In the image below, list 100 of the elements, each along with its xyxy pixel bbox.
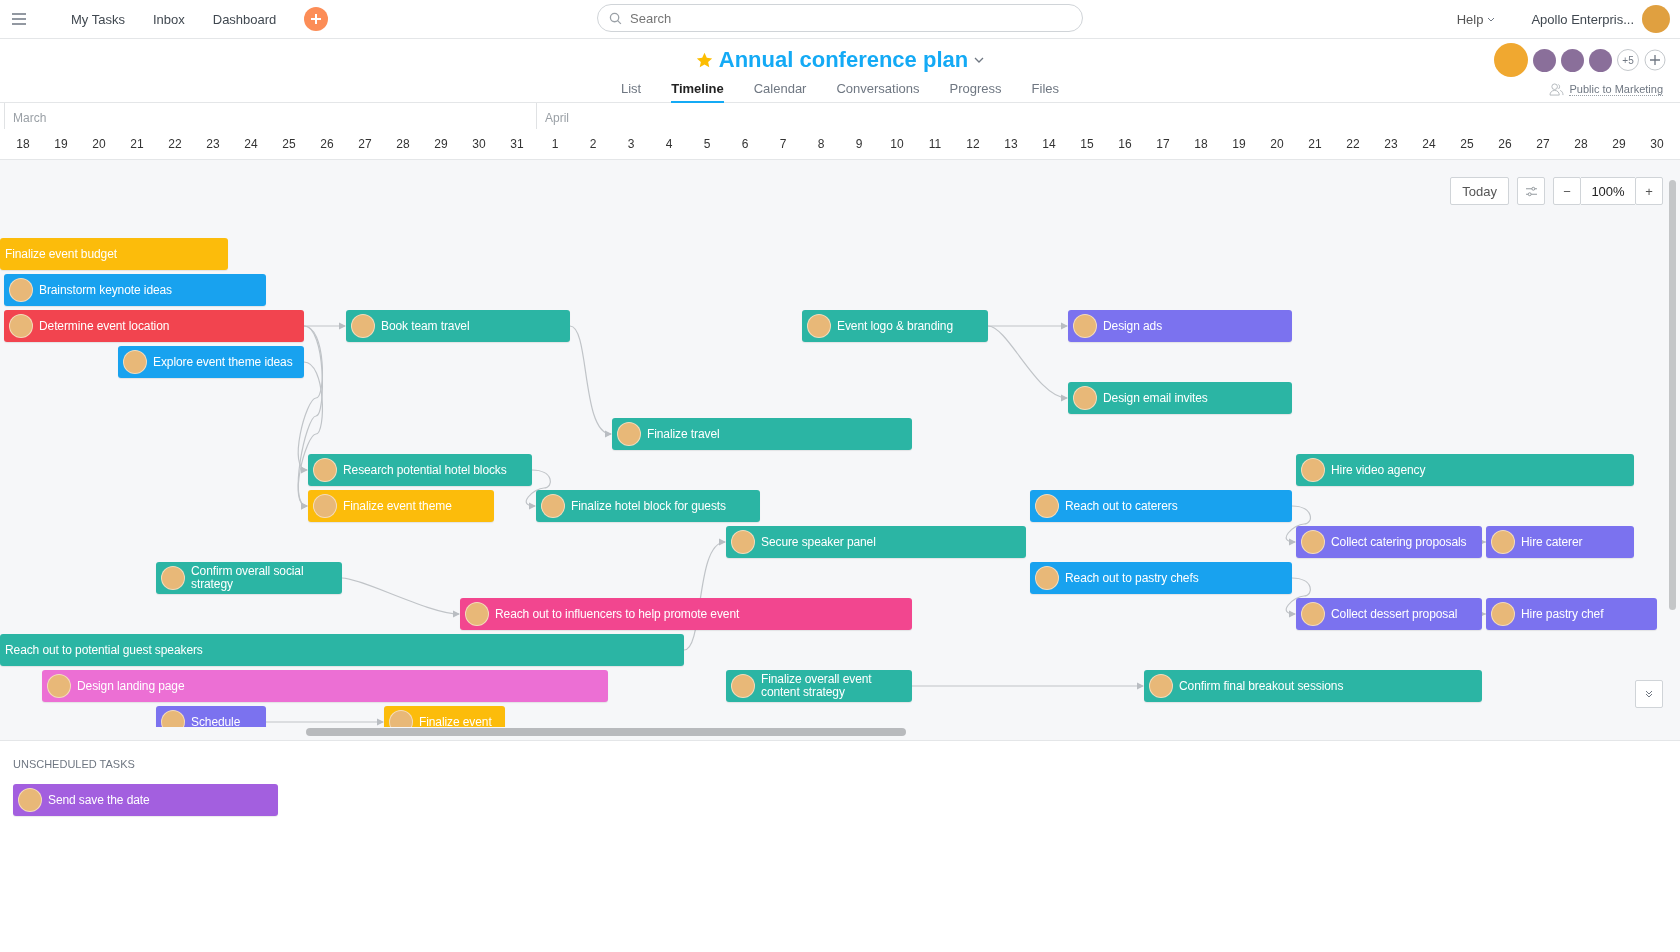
day-label: 4 (664, 137, 674, 151)
day-label: 21 (129, 137, 145, 151)
task-bar[interactable]: Confirm overall social strategy (156, 562, 342, 594)
task-bar[interactable]: Collect dessert proposal (1296, 598, 1482, 630)
task-bar[interactable]: Book team travel (346, 310, 570, 342)
task-name: Explore event theme ideas (153, 355, 293, 369)
horizontal-scrollbar[interactable] (306, 728, 906, 736)
task-name: Finalize overall event content strategy (761, 673, 873, 699)
caret-icon[interactable] (974, 57, 985, 63)
avatar[interactable] (1533, 48, 1556, 72)
nav-link[interactable]: My Tasks (71, 11, 125, 27)
task-bar[interactable]: Collect catering proposals (1296, 526, 1482, 558)
zoom-out-button[interactable]: − (1553, 177, 1581, 205)
tab[interactable]: Files (1031, 77, 1060, 103)
menu-icon[interactable] (11, 13, 27, 25)
avatar[interactable] (1494, 43, 1528, 77)
task-name: Finalize hotel block for guests (571, 499, 726, 513)
task-bar[interactable]: Secure speaker panel (726, 526, 1026, 558)
task-name: Brainstorm keynote ideas (39, 283, 172, 297)
vertical-scrollbar[interactable] (1669, 180, 1676, 610)
day-label: 30 (1649, 137, 1665, 151)
day-label: 22 (1345, 137, 1361, 151)
tab[interactable]: Progress (949, 77, 1002, 103)
tab[interactable]: Timeline (671, 77, 724, 103)
task-name: Design landing page (77, 679, 185, 693)
task-name: Determine event location (39, 319, 170, 333)
zoom-level: 100% (1581, 177, 1635, 205)
task-bar[interactable]: Research potential hotel blocks (308, 454, 532, 486)
task-name: Send save the date (48, 793, 150, 807)
task-name: Book team travel (381, 319, 470, 333)
search-field[interactable]: Search (597, 4, 1083, 32)
day-label: 9 (854, 137, 864, 151)
day-label: 24 (1421, 137, 1437, 151)
help-menu[interactable]: Help (1456, 11, 1496, 27)
day-label: 2 (588, 137, 598, 151)
task-name: Schedule (191, 715, 241, 727)
day-label: 31 (509, 137, 525, 151)
task-bar[interactable]: Reach out to influencers to help promote event (460, 598, 912, 630)
day-label: 21 (1307, 137, 1323, 151)
task-bar[interactable]: Hire caterer (1486, 526, 1634, 558)
day-label: 30 (471, 137, 487, 151)
dependency-arrow (525, 469, 551, 510)
avatar[interactable] (1561, 48, 1584, 72)
avatar[interactable] (1589, 48, 1612, 72)
task-bar[interactable]: Finalize hotel block for guests (536, 490, 760, 522)
add-icon[interactable] (304, 7, 329, 31)
filter-button[interactable] (1517, 177, 1545, 205)
day-label: 8 (816, 137, 826, 151)
task-bar[interactable]: Hire video agency (1296, 454, 1634, 486)
day-label: 11 (927, 137, 943, 151)
task-bar[interactable]: Send save the date (13, 784, 278, 816)
task-bar[interactable]: Schedule (156, 706, 266, 727)
task-bar[interactable]: Finalize travel (612, 418, 912, 450)
tab[interactable]: Calendar (753, 77, 807, 103)
nav-link[interactable]: Inbox (152, 11, 185, 27)
task-name: Hire video agency (1331, 463, 1426, 477)
task-name: Finalize travel (647, 427, 720, 441)
day-label: 7 (778, 137, 788, 151)
task-bar[interactable]: Design ads (1068, 310, 1292, 342)
task-bar[interactable]: Design email invites (1068, 382, 1292, 414)
task-bar[interactable]: Brainstorm keynote ideas (4, 274, 266, 306)
star-icon[interactable] (695, 51, 713, 69)
day-label: 3 (626, 137, 636, 151)
day-label: 5 (702, 137, 712, 151)
avatar[interactable] (1642, 5, 1670, 33)
workspace-name[interactable]: Apollo Enterpris... (1531, 11, 1634, 27)
task-bar[interactable]: Determine event location (4, 310, 304, 342)
task-name: Reach out to potential guest speakers (5, 643, 203, 657)
task-bar[interactable]: Explore event theme ideas (118, 346, 304, 378)
task-bar[interactable]: Finalize overall event content strategy (726, 670, 912, 702)
day-label: 27 (357, 137, 373, 151)
day-label: 12 (965, 137, 981, 151)
nav-link[interactable]: Dashboard (212, 11, 277, 27)
task-name: Confirm overall social strategy (191, 565, 305, 591)
task-name: Reach out to pastry chefs (1065, 571, 1199, 585)
task-name: Hire caterer (1521, 535, 1583, 549)
task-bar[interactable]: Confirm final breakout sessions (1144, 670, 1482, 702)
task-bar[interactable]: Hire pastry chef (1486, 598, 1657, 630)
task-bar[interactable]: Reach out to potential guest speakers (0, 634, 684, 666)
tab[interactable]: List (620, 77, 642, 103)
today-button[interactable]: Today (1450, 177, 1509, 205)
day-label: 18 (15, 137, 31, 151)
add-member-icon[interactable] (1644, 49, 1666, 71)
day-label: 15 (1079, 137, 1095, 151)
scroll-down-button[interactable] (1635, 680, 1663, 708)
task-bar[interactable]: Reach out to caterers (1030, 490, 1292, 522)
day-label: 1 (550, 137, 560, 151)
task-name: Finalize event budget (5, 247, 117, 261)
day-label: 25 (1459, 137, 1475, 151)
tab[interactable]: Conversations (836, 77, 920, 103)
task-bar[interactable]: Reach out to pastry chefs (1030, 562, 1292, 594)
task-bar[interactable]: Event logo & branding (802, 310, 988, 342)
task-bar[interactable]: Design landing page (42, 670, 608, 702)
day-label: 27 (1535, 137, 1551, 151)
privacy-link[interactable]: Public to Marketing (1569, 83, 1663, 96)
day-label: 25 (281, 137, 297, 151)
day-label: 26 (1497, 137, 1513, 151)
zoom-in-button[interactable]: + (1635, 177, 1663, 205)
day-label: 24 (243, 137, 259, 151)
day-label: 20 (91, 137, 107, 151)
